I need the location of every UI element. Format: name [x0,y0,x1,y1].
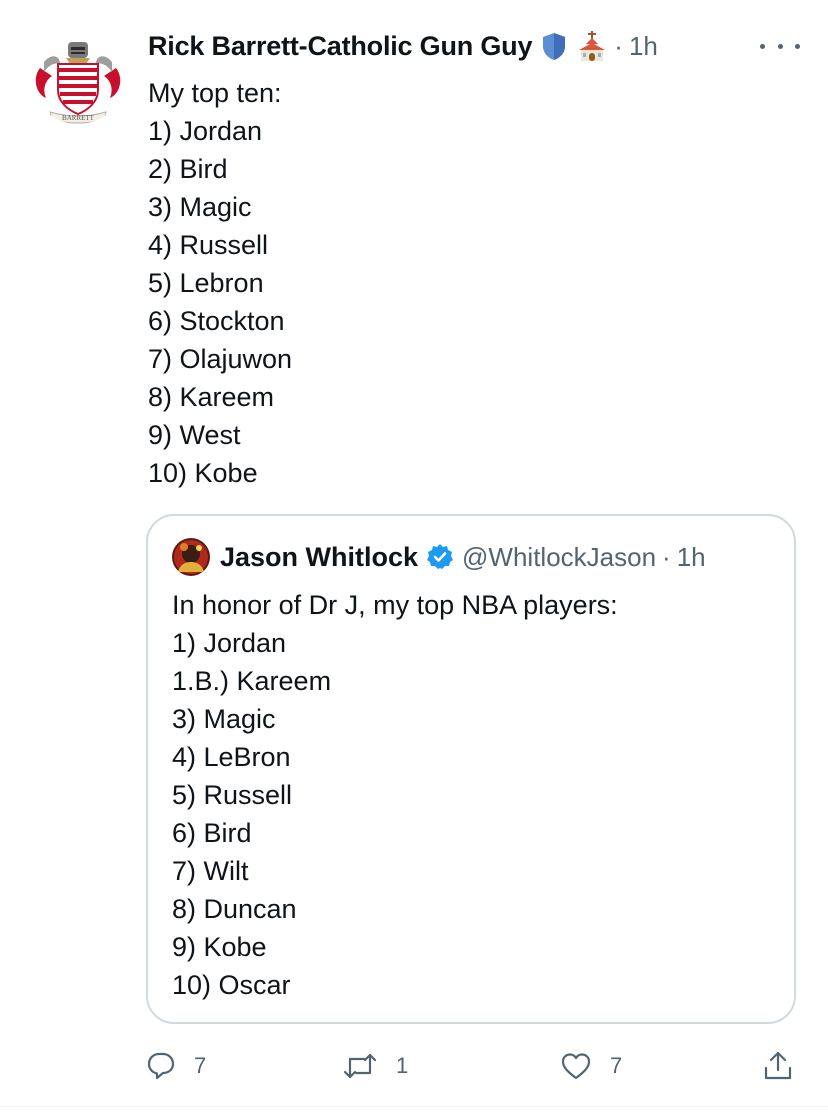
divider [0,1106,828,1107]
quoted-text-line: 9) Kobe [172,932,267,962]
quoted-avatar-image [172,538,210,576]
avatar-caption: BARRETT [62,114,95,122]
avatar[interactable]: BARRETT [30,28,126,124]
quoted-avatar[interactable] [172,538,210,576]
shield-icon [540,31,568,61]
quoted-text-line: 4) LeBron [172,742,291,772]
quoted-text-line: 3) Magic [172,704,276,734]
reply-count: 7 [194,1053,207,1078]
retweet-icon [343,1053,377,1079]
verified-badge-icon [426,543,454,571]
retweet-count: 1 [396,1053,409,1078]
tweet-text-line: 9) West [148,420,241,450]
separator-dot: · [662,541,671,572]
tweet[interactable]: BARRETT Rick Barrett-Catholic Gun Guy · … [0,0,828,1115]
retweet-button[interactable]: 1 [342,1046,408,1086]
quoted-timestamp: 1h [676,541,706,572]
like-count: 7 [610,1053,623,1078]
quoted-handle[interactable]: @WhitlockJason [462,542,656,573]
more-dot-icon [795,43,800,49]
tweet-text-line: 2) Bird [148,154,228,184]
quoted-text-line: 7) Wilt [172,856,249,886]
tweet-text: My top ten: 1) Jordan 2) Bird 3) Magic 4… [148,74,292,492]
action-bar: 7 1 7 [146,1046,806,1086]
reply-button[interactable]: 7 [146,1046,206,1086]
tweet-text-line: 10) Kobe [148,458,258,488]
tweet-header: Rick Barrett-Catholic Gun Guy · 1h [148,26,658,66]
quoted-tweet-card[interactable]: Jason Whitlock @WhitlockJason · 1h In ho… [146,514,796,1024]
share-icon [764,1051,792,1080]
tweet-text-line: 6) Stockton [148,306,285,336]
quoted-text-line: 6) Bird [172,818,252,848]
quoted-text-line: 1.B.) Kareem [172,666,332,696]
quoted-text-line: 10) Oscar [172,970,291,1000]
like-button[interactable]: 7 [560,1046,622,1086]
more-options-button[interactable] [760,36,800,56]
church-icon [576,30,608,62]
tweet-text-line: 7) Olajuwon [148,344,293,374]
tweet-text-line: 5) Lebron [148,268,264,298]
tweet-text-line: 1) Jordan [148,116,263,146]
more-dot-icon [777,43,783,49]
quoted-text-line: In honor of Dr J, my top NBA players: [172,590,618,620]
reply-icon [147,1052,175,1080]
more-dot-icon [760,43,765,49]
quoted-text-line: 1) Jordan [172,628,287,658]
tweet-text-line: 3) Magic [148,192,252,222]
separator-dot: · [614,30,623,61]
tweet-timestamp[interactable]: 1h [629,31,658,62]
crest-avatar-image: BARRETT [30,28,126,124]
tweet-text-line: 8) Kareem [148,382,275,412]
heart-icon [561,1053,591,1080]
display-name[interactable]: Rick Barrett-Catholic Gun Guy [148,31,532,62]
tweet-text-line: 4) Russell [148,230,269,260]
quoted-text-line: 5) Russell [172,780,293,810]
quoted-tweet-text: In honor of Dr J, my top NBA players: 1)… [172,586,618,1004]
tweet-text-line: My top ten: [148,78,282,108]
quoted-display-name[interactable]: Jason Whitlock [220,542,418,573]
share-button[interactable] [762,1046,794,1086]
quoted-tweet-header: Jason Whitlock @WhitlockJason · 1h [220,536,706,578]
quoted-text-line: 8) Duncan [172,894,297,924]
